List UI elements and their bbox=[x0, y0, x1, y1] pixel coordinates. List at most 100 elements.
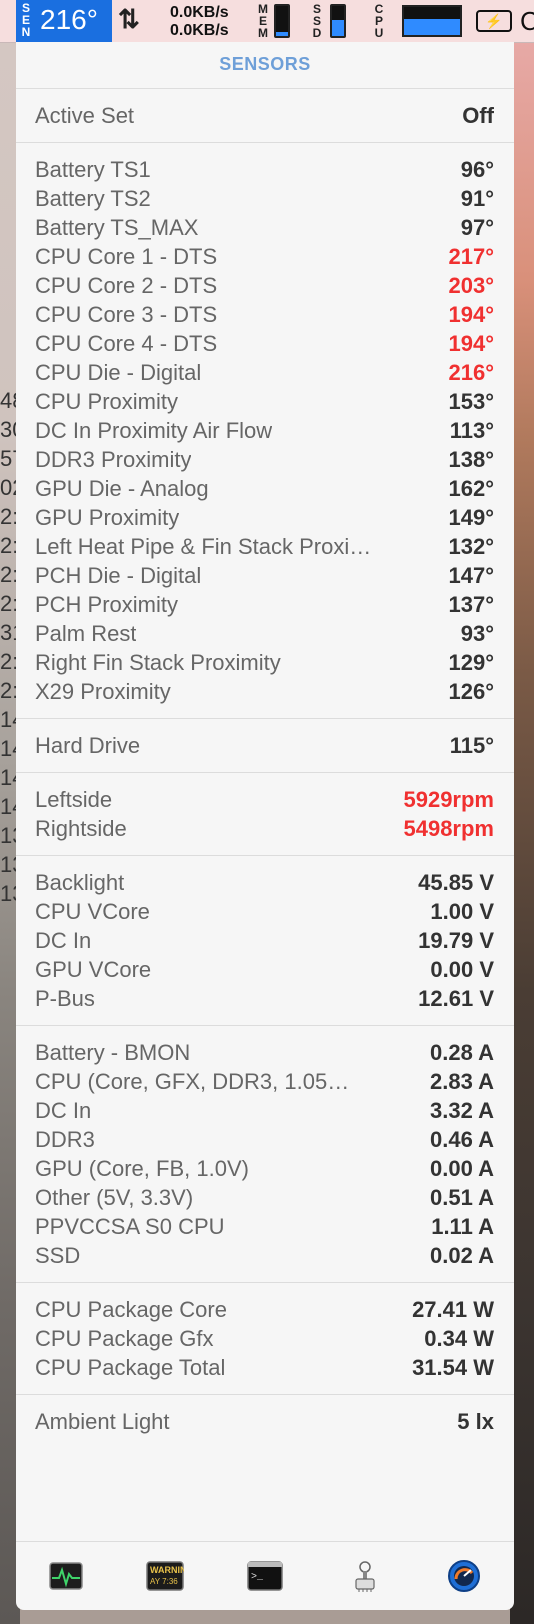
sensor-value: 19.79 V bbox=[418, 927, 494, 953]
voltages-section: Backlight 45.85 V CPU VCore 1.00 V DC In 19.7… bbox=[16, 856, 514, 1026]
sensor-value: 162° bbox=[448, 475, 494, 501]
sensor-value: 149° bbox=[448, 504, 494, 530]
network-menu-item[interactable]: 0.0KB/s 0.0KB/s bbox=[170, 4, 229, 40]
sensor-row-cpu-core-3-dts[interactable]: CPU Core 3 - DTS 194° bbox=[35, 300, 494, 329]
memory-menu-item[interactable] bbox=[274, 4, 290, 38]
sensor-value: 153° bbox=[448, 388, 494, 414]
sensor-label: DC In bbox=[35, 1097, 92, 1123]
cpu-menu-item[interactable] bbox=[402, 5, 462, 37]
console-icon-text-top: WARNIN bbox=[150, 1565, 184, 1575]
sensor-label: Leftside bbox=[35, 786, 113, 812]
sensor-row-pch-die-digital[interactable]: PCH Die - Digital 147° bbox=[35, 561, 494, 590]
sensor-label: PPVCCSA S0 CPU bbox=[35, 1213, 225, 1239]
sensor-value: 5929rpm bbox=[403, 786, 494, 812]
sensor-row-cpu-core-1-dts[interactable]: CPU Core 1 - DTS 217° bbox=[35, 242, 494, 271]
sensor-row-cpu-package-core[interactable]: CPU Package Core 27.41 W bbox=[35, 1295, 494, 1324]
network-upload-rate: 0.0KB/s bbox=[170, 4, 229, 21]
sensor-row-cpu-proximity[interactable]: CPU Proximity 153° bbox=[35, 387, 494, 416]
sensor-value: 147° bbox=[448, 562, 494, 588]
active-set-row[interactable]: Active Set Off bbox=[35, 101, 494, 130]
sensor-row-rightside[interactable]: Rightside 5498rpm bbox=[35, 814, 494, 843]
sensors-menu-item[interactable]: SEN 216° bbox=[16, 0, 112, 42]
active-set-section: Active Set Off bbox=[16, 89, 514, 143]
sensor-row-battery-bmon[interactable]: Battery - BMON 0.28 A bbox=[35, 1038, 494, 1067]
sensor-row-dc-in[interactable]: DC In 19.79 V bbox=[35, 926, 494, 955]
sensor-row-cpu-package-gfx[interactable]: CPU Package Gfx 0.34 W bbox=[35, 1324, 494, 1353]
temperatures-section: Battery TS1 96° Battery TS2 91° Battery TS_M… bbox=[16, 143, 514, 719]
sensor-value: 217° bbox=[448, 243, 494, 269]
sensor-label: Right Fin Stack Proximity bbox=[35, 649, 281, 675]
sensor-label: DDR3 bbox=[35, 1126, 95, 1152]
sensor-value: 194° bbox=[448, 301, 494, 327]
sensor-value: 5498rpm bbox=[403, 815, 494, 841]
sensor-row-cpu-core-4-dts[interactable]: CPU Core 4 - DTS 194° bbox=[35, 329, 494, 358]
sensor-row-battery-ts1[interactable]: Battery TS1 96° bbox=[35, 155, 494, 184]
sensor-value: 0.00 V bbox=[430, 956, 494, 982]
sensor-value: 31.54 W bbox=[412, 1354, 494, 1380]
sensor-row-hard-drive[interactable]: Hard Drive 115° bbox=[35, 731, 494, 760]
battery-charging-icon[interactable]: ⚡ bbox=[476, 10, 512, 32]
sensor-row-cpu-package-total[interactable]: CPU Package Total 31.54 W bbox=[35, 1353, 494, 1382]
sensor-value: 194° bbox=[448, 330, 494, 356]
sensor-row-x29-proximity[interactable]: X29 Proximity 126° bbox=[35, 677, 494, 706]
ssd-menu-item[interactable] bbox=[330, 4, 346, 38]
sensor-row-gpu-vcore[interactable]: GPU VCore 0.00 V bbox=[35, 955, 494, 984]
sensor-row-leftside[interactable]: Leftside 5929rpm bbox=[35, 785, 494, 814]
sensor-value: 129° bbox=[448, 649, 494, 675]
sensor-row-other-5v-3-3v[interactable]: Other (5V, 3.3V) 0.51 A bbox=[35, 1183, 494, 1212]
sensor-row-dc-in-proximity-air-flow[interactable]: DC In Proximity Air Flow 113° bbox=[35, 416, 494, 445]
sensor-row-battery-ts2[interactable]: Battery TS2 91° bbox=[35, 184, 494, 213]
sensor-row-left-heat-pipe-fin-stack-proximity[interactable]: Left Heat Pipe & Fin Stack Proximity 132° bbox=[35, 532, 494, 561]
sensor-value: 0.34 W bbox=[424, 1325, 494, 1351]
sensor-row-cpu-core-2-dts[interactable]: CPU Core 2 - DTS 203° bbox=[35, 271, 494, 300]
sensor-value: 138° bbox=[448, 446, 494, 472]
sensor-label: CPU Package Core bbox=[35, 1296, 227, 1322]
sensor-row-gpu-die-analog[interactable]: GPU Die - Analog 162° bbox=[35, 474, 494, 503]
sensor-row-backlight[interactable]: Backlight 45.85 V bbox=[35, 868, 494, 897]
sensor-row-ppvccsa-s0-cpu[interactable]: PPVCCSA S0 CPU 1.11 A bbox=[35, 1212, 494, 1241]
sensor-value: 93° bbox=[460, 620, 494, 646]
sensor-row-gpu-core-fb-1-0v[interactable]: GPU (Core, FB, 1.0V) 0.00 A bbox=[35, 1154, 494, 1183]
sensor-label: PCH Proximity bbox=[35, 591, 179, 617]
sensor-row-palm-rest[interactable]: Palm Rest 93° bbox=[35, 619, 494, 648]
sensor-value: 137° bbox=[448, 591, 494, 617]
sensor-value: 203° bbox=[448, 272, 494, 298]
sensor-row-cpu-die-digital[interactable]: CPU Die - Digital 216° bbox=[35, 358, 494, 387]
light-section: Ambient Light 5 lx bbox=[16, 1395, 514, 1448]
sensor-label: SSD bbox=[35, 1242, 81, 1268]
sensor-value: 1.00 V bbox=[430, 898, 494, 924]
sensor-row-right-fin-stack-proximity[interactable]: Right Fin Stack Proximity 129° bbox=[35, 648, 494, 677]
terminal-button[interactable]: >_ bbox=[245, 1556, 285, 1596]
sensor-value: 27.41 W bbox=[412, 1296, 494, 1322]
fans-section: Leftside 5929rpm Rightside 5498rpm bbox=[16, 773, 514, 856]
sensor-row-dc-in[interactable]: DC In 3.32 A bbox=[35, 1096, 494, 1125]
menubar-next-item[interactable]: C bbox=[520, 6, 534, 37]
sensor-row-p-bus[interactable]: P-Bus 12.61 V bbox=[35, 984, 494, 1013]
sensor-row-cpu-vcore[interactable]: CPU VCore 1.00 V bbox=[35, 897, 494, 926]
sensor-value: 0.28 A bbox=[429, 1039, 494, 1065]
istat-menus-button[interactable] bbox=[444, 1556, 484, 1596]
sensor-label: CPU Die - Digital bbox=[35, 359, 202, 385]
system-information-button[interactable] bbox=[345, 1556, 385, 1596]
sensor-label: GPU Die - Analog bbox=[35, 475, 209, 501]
sensor-label: Backlight bbox=[35, 869, 125, 895]
sensor-value: 0.00 A bbox=[429, 1155, 494, 1181]
activity-monitor-button[interactable] bbox=[46, 1556, 86, 1596]
sensor-row-pch-proximity[interactable]: PCH Proximity 137° bbox=[35, 590, 494, 619]
sensor-label: X29 Proximity bbox=[35, 678, 171, 704]
sensor-row-gpu-proximity[interactable]: GPU Proximity 149° bbox=[35, 503, 494, 532]
sensor-value: 2.83 A bbox=[429, 1068, 494, 1094]
sensor-row-battery-ts-max[interactable]: Battery TS_MAX 97° bbox=[35, 213, 494, 242]
sensor-row-ddr3-proximity[interactable]: DDR3 Proximity 138° bbox=[35, 445, 494, 474]
sensor-row-ssd[interactable]: SSD 0.02 A bbox=[35, 1241, 494, 1270]
panel-toolbar: WARNIN AY 7:36 >_ bbox=[16, 1541, 514, 1610]
sensor-value: 91° bbox=[460, 185, 494, 211]
sensor-label: GPU (Core, FB, 1.0V) bbox=[35, 1155, 249, 1181]
sensor-row-cpu-core-gfx-ddr3-1-05[interactable]: CPU (Core, GFX, DDR3, 1.05… 2.83 A bbox=[35, 1067, 494, 1096]
sensor-row-ambient-light[interactable]: Ambient Light 5 lx bbox=[35, 1407, 494, 1436]
sensor-value: 96° bbox=[460, 156, 494, 182]
sensor-label: GPU VCore bbox=[35, 956, 152, 982]
sensor-label: CPU Package Gfx bbox=[35, 1325, 214, 1351]
console-button[interactable]: WARNIN AY 7:36 bbox=[145, 1556, 185, 1596]
sensor-row-ddr3[interactable]: DDR3 0.46 A bbox=[35, 1125, 494, 1154]
